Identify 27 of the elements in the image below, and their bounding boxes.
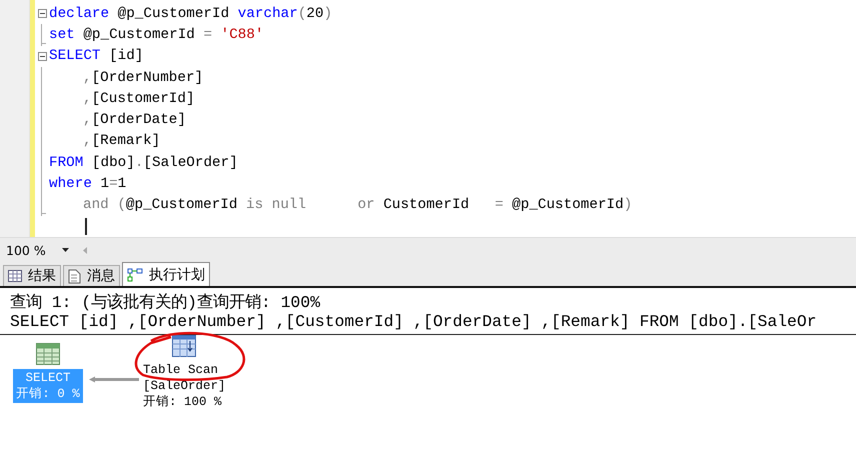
code-line: ,[OrderNumber] — [82, 70, 204, 86]
code-line: and (@p_CustomerId is null or CustomerId = @p_CustomerId) — [82, 197, 632, 214]
plan-connector — [89, 376, 139, 383]
code-line: SELECT [id] — [49, 48, 144, 64]
result-tab[interactable]: 结果 — [3, 265, 61, 286]
grid-icon — [8, 270, 22, 282]
dropdown-arrow-icon — [62, 248, 69, 252]
result-tab[interactable]: 消息 — [63, 265, 120, 286]
code-line: where 1=1 — [49, 176, 126, 192]
code-line: ,[Remark] — [82, 133, 160, 150]
result-tab[interactable]: 执行计划 — [122, 262, 210, 286]
code-line: set @p_CustomerId = 'C88' — [49, 26, 264, 43]
result-table-icon — [36, 343, 60, 365]
collapse-icon[interactable] — [38, 9, 46, 18]
text-cursor — [85, 218, 87, 236]
collapse-icon[interactable] — [38, 52, 46, 61]
code-line: ,[OrderDate] — [82, 112, 186, 128]
code-line: FROM [dbo].[SaleOrder] — [49, 154, 238, 171]
zoom-dropdown[interactable]: 100 % — [0, 240, 73, 260]
plan-icon — [127, 268, 143, 282]
query-text: SELECT [id] ,[OrderNumber] ,[CustomerId] ,[OrderDate] ,[Remark] FROM [dbo].[SaleOr — [0, 312, 856, 335]
query-cost-header: 查询 1: (与该批有关的)查询开销: 100% — [9, 292, 322, 312]
table-scan-icon — [172, 335, 196, 357]
document-icon — [68, 268, 81, 284]
code-line: declare @p_CustomerId varchar(20) — [49, 6, 332, 22]
code-line: ,[CustomerId] — [82, 90, 195, 107]
plan-node-label[interactable]: Table Scan [SaleOrder] 开销: 100 % — [140, 361, 229, 411]
